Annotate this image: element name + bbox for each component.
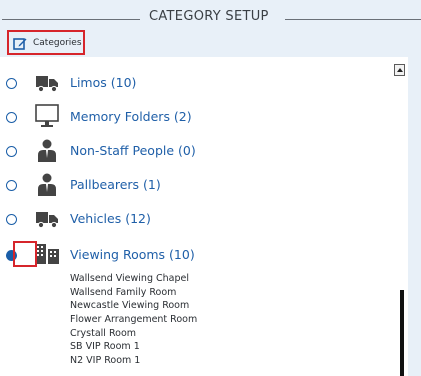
category-item-vehicles[interactable]: Vehicles (12) [0,204,390,234]
edit-icon [13,37,27,50]
categories-button[interactable]: Categories [7,30,85,55]
category-radio[interactable] [6,214,17,225]
category-radio[interactable] [6,78,17,89]
building-icon [35,244,59,264]
category-item-pallbearers[interactable]: Pallbearers (1) [0,170,390,200]
list-item[interactable]: Wallsend Family Room [70,286,197,300]
section-title: CATEGORY SETUP [149,9,269,24]
category-label: Non-Staff People (0) [70,143,196,158]
scroll-thumb[interactable] [400,290,404,376]
category-label: Pallbearers (1) [70,177,161,192]
person-icon [38,139,56,162]
category-item-memory-folders[interactable]: Memory Folders (2) [0,102,390,132]
list-item[interactable]: SB VIP Room 1 [70,340,197,354]
viewing-rooms-list: Wallsend Viewing Chapel Wallsend Family … [70,272,197,368]
category-item-limos[interactable]: Limos (10) [0,68,390,98]
category-label: Limos (10) [70,75,137,90]
category-item-non-staff-people[interactable]: Non-Staff People (0) [0,136,390,166]
category-radio[interactable] [6,146,17,157]
header-rule-left [2,19,140,20]
truck-icon [36,212,58,229]
person-icon [38,173,56,196]
list-item[interactable]: Flower Arrangement Room [70,313,197,327]
category-label: Memory Folders (2) [70,109,192,124]
category-label: Vehicles (12) [70,211,151,226]
header-rule-right [285,19,421,20]
category-item-viewing-rooms[interactable]: Viewing Rooms (10) [0,240,390,270]
list-item[interactable]: N2 VIP Room 1 [70,354,197,368]
selected-radio-highlight [13,241,37,267]
list-item[interactable]: Wallsend Viewing Chapel [70,272,197,286]
category-label: Viewing Rooms (10) [70,247,195,262]
truck-icon [36,76,58,93]
categories-button-label: Categories [33,37,82,48]
category-radio[interactable] [6,112,17,123]
list-item[interactable]: Crystall Room [70,327,197,341]
arrow-up-icon [397,68,403,72]
scroll-up-button[interactable] [394,64,405,76]
category-radio[interactable] [6,180,17,191]
monitor-icon [35,104,59,127]
section-header: CATEGORY SETUP [0,0,421,30]
list-item[interactable]: Newcastle Viewing Room [70,299,197,313]
